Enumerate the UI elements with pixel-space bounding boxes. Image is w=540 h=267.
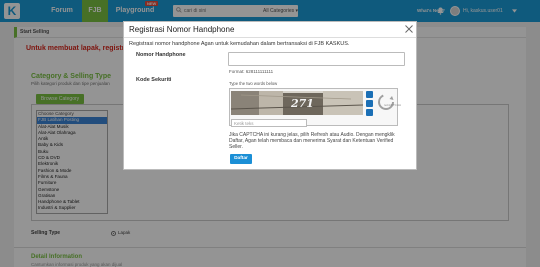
phone-input[interactable]: [228, 52, 405, 66]
close-icon[interactable]: [404, 24, 414, 34]
recaptcha-brand: reCAPTCHA: [384, 103, 402, 107]
audio-captcha-icon[interactable]: [366, 100, 373, 107]
terms-text: Jika CAPTCHA ini kurang jelas, pilih Ref…: [229, 132, 395, 151]
captcha-word: 271: [291, 97, 314, 110]
modal-description: Registrasi nomor handphone Agan untuk ke…: [129, 41, 350, 47]
help-captcha-icon[interactable]: [366, 109, 373, 116]
recaptcha-logo-icon: [378, 94, 394, 110]
daftar-button[interactable]: Daftar: [230, 154, 252, 164]
modal-title: Registrasi Nomor Handphone: [129, 25, 235, 34]
captcha-label: Kode Sekuriti: [136, 77, 172, 83]
refresh-captcha-icon[interactable]: [366, 91, 373, 98]
phone-format-hint: Format: 628111111111: [229, 69, 274, 74]
modal-divider: [124, 37, 416, 38]
phone-label: Nomor Handphone: [136, 52, 186, 58]
captcha-hint: Type the two words below: [229, 81, 278, 86]
captcha-input[interactable]: [231, 119, 307, 127]
